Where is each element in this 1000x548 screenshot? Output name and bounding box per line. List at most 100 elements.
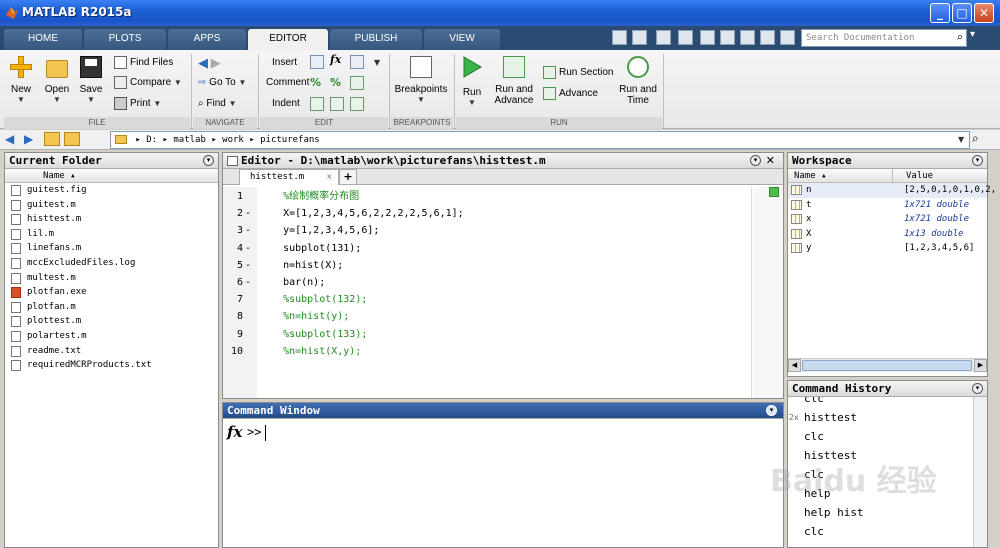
- code-line[interactable]: %绘制概率分布图: [259, 188, 749, 205]
- file-list-item[interactable]: histtest.m: [5, 212, 218, 227]
- history-item[interactable]: clc: [788, 522, 973, 541]
- close-window-button[interactable]: ✕: [974, 3, 994, 23]
- code-line[interactable]: bar(n);: [259, 274, 749, 291]
- history-item[interactable]: 2x histtest: [788, 408, 973, 427]
- current-folder-path-input[interactable]: ▸ D: ▸ matlab ▸ work ▸ picturefans: [110, 131, 970, 149]
- horizontal-scrollbar[interactable]: ◀ ▶: [788, 358, 987, 372]
- file-list-item[interactable]: guitest.fig: [5, 183, 218, 198]
- back-arrow-icon[interactable]: ◀: [198, 55, 208, 70]
- executable-line-marker[interactable]: -: [243, 257, 253, 274]
- panel-actions-icon[interactable]: ▾: [203, 155, 214, 166]
- tab-plots[interactable]: PLOTS: [84, 29, 166, 50]
- print-button[interactable]: Print ▼: [114, 96, 161, 112]
- run-and-time-button[interactable]: Run and Time: [616, 56, 660, 106]
- quick-access-icon[interactable]: [740, 30, 755, 45]
- quick-access-icon[interactable]: [656, 30, 671, 45]
- decrease-indent-icon[interactable]: [350, 97, 364, 111]
- help-icon[interactable]: ▾: [970, 29, 984, 47]
- quick-access-icon[interactable]: [780, 30, 795, 45]
- scroll-right-button[interactable]: ▶: [974, 359, 987, 372]
- code-line[interactable]: X=[1,2,3,4,5,6,2,2,2,2,5,6,1];: [259, 205, 749, 222]
- file-list-item[interactable]: multest.m: [5, 271, 218, 286]
- smart-indent-icon[interactable]: [310, 97, 324, 111]
- save-button[interactable]: Save ▼: [76, 56, 106, 104]
- quick-access-icon[interactable]: [720, 30, 735, 45]
- go-to-button[interactable]: ⇨ Go To ▼: [198, 75, 246, 91]
- file-list-item[interactable]: requiredMCRProducts.txt: [5, 358, 218, 373]
- up-folder-icon[interactable]: [44, 132, 60, 146]
- tab-home[interactable]: HOME: [4, 29, 82, 50]
- tab-editor[interactable]: EDITOR: [248, 29, 328, 50]
- tab-apps[interactable]: APPS: [168, 29, 246, 50]
- chevron-down-icon[interactable]: ▼: [374, 58, 380, 67]
- file-list-item[interactable]: plottest.m: [5, 314, 218, 329]
- executable-line-marker[interactable]: [243, 308, 253, 325]
- comment-percent-icon[interactable]: %: [310, 76, 321, 89]
- path-drive[interactable]: D:: [146, 135, 157, 145]
- quick-access-icon[interactable]: [678, 30, 693, 45]
- run-and-advance-button[interactable]: Run and Advance: [492, 56, 536, 106]
- file-list-item[interactable]: plotfan.exe: [5, 285, 218, 300]
- new-button[interactable]: New ▼: [6, 56, 36, 104]
- history-item[interactable]: clc: [788, 427, 973, 446]
- tab-publish[interactable]: PUBLISH: [330, 29, 422, 50]
- panel-actions-icon[interactable]: ▾: [766, 405, 777, 416]
- path-segment[interactable]: picturefans: [260, 135, 320, 145]
- insert-function-icon[interactable]: [350, 55, 364, 69]
- uncomment-icon[interactable]: %: [330, 76, 341, 89]
- maximize-button[interactable]: □: [952, 3, 972, 23]
- search-folder-icon[interactable]: ⌕: [972, 131, 979, 146]
- column-header-name[interactable]: Name ▴: [794, 169, 827, 183]
- insert-button[interactable]: Insert: [272, 55, 297, 71]
- insert-section-icon[interactable]: [310, 55, 324, 69]
- file-list-item[interactable]: guitest.m: [5, 198, 218, 213]
- new-tab-button[interactable]: +: [339, 169, 357, 185]
- tab-view[interactable]: VIEW: [424, 29, 500, 50]
- minimize-button[interactable]: _: [930, 3, 950, 23]
- workspace-variable-row[interactable]: t 1x721 double: [788, 198, 987, 213]
- code-line[interactable]: %n=hist(y);: [259, 308, 749, 325]
- quick-access-icon[interactable]: [612, 30, 627, 45]
- workspace-variable-row[interactable]: y [1,2,3,4,5,6]: [788, 241, 987, 256]
- forward-arrow-icon[interactable]: ▶: [211, 55, 221, 70]
- increase-indent-icon[interactable]: [330, 97, 344, 111]
- fx-icon[interactable]: fx: [330, 53, 341, 66]
- file-list-item[interactable]: mccExcludedFiles.log: [5, 256, 218, 271]
- editor-tab-histtest[interactable]: histtest.m ✕: [239, 169, 339, 185]
- path-history-dropdown-icon[interactable]: ▼: [958, 135, 964, 144]
- panel-actions-icon[interactable]: ▾: [972, 155, 983, 166]
- executable-line-marker[interactable]: -: [243, 274, 253, 291]
- panel-actions-icon[interactable]: ▾: [750, 155, 761, 166]
- workspace-variable-row[interactable]: x 1x721 double: [788, 212, 987, 227]
- forward-arrow-icon[interactable]: ▶: [24, 132, 33, 146]
- workspace-variable-row[interactable]: X 1x13 double: [788, 227, 987, 242]
- executable-line-marker[interactable]: [243, 326, 253, 343]
- run-section-button[interactable]: Run Section: [543, 65, 613, 81]
- code-analyzer-ok-icon[interactable]: [769, 187, 779, 197]
- search-icon[interactable]: ⌕: [956, 31, 963, 44]
- code-line[interactable]: n=hist(X);: [259, 257, 749, 274]
- back-arrow-icon[interactable]: ◀: [5, 132, 14, 146]
- path-segment[interactable]: matlab: [173, 135, 206, 145]
- compare-button[interactable]: Compare ▼: [114, 75, 182, 91]
- find-files-button[interactable]: Find Files: [114, 55, 173, 71]
- close-tab-icon[interactable]: ✕: [327, 170, 332, 185]
- executable-line-marker[interactable]: [243, 343, 253, 360]
- indent-button[interactable]: Indent: [272, 96, 300, 112]
- quick-access-icon[interactable]: [700, 30, 715, 45]
- file-list-item[interactable]: linefans.m: [5, 241, 218, 256]
- quick-access-icon[interactable]: [760, 30, 775, 45]
- executable-line-marker[interactable]: [243, 188, 253, 205]
- path-segment[interactable]: work: [222, 135, 244, 145]
- search-documentation-input[interactable]: Search Documentation ⌕: [801, 29, 967, 47]
- code-line[interactable]: %n=hist(X,y);: [259, 343, 749, 360]
- file-list-item[interactable]: plotfan.m: [5, 300, 218, 315]
- executable-line-marker[interactable]: -: [243, 222, 253, 239]
- code-line[interactable]: %subplot(133);: [259, 326, 749, 343]
- executable-line-marker[interactable]: -: [243, 240, 253, 257]
- quick-access-icon[interactable]: [632, 30, 647, 45]
- code-line[interactable]: %subplot(132);: [259, 291, 749, 308]
- file-list-item[interactable]: lil.m: [5, 227, 218, 242]
- comment-button[interactable]: Comment: [266, 75, 309, 91]
- back-forward-buttons[interactable]: ◀ ▶: [198, 55, 221, 71]
